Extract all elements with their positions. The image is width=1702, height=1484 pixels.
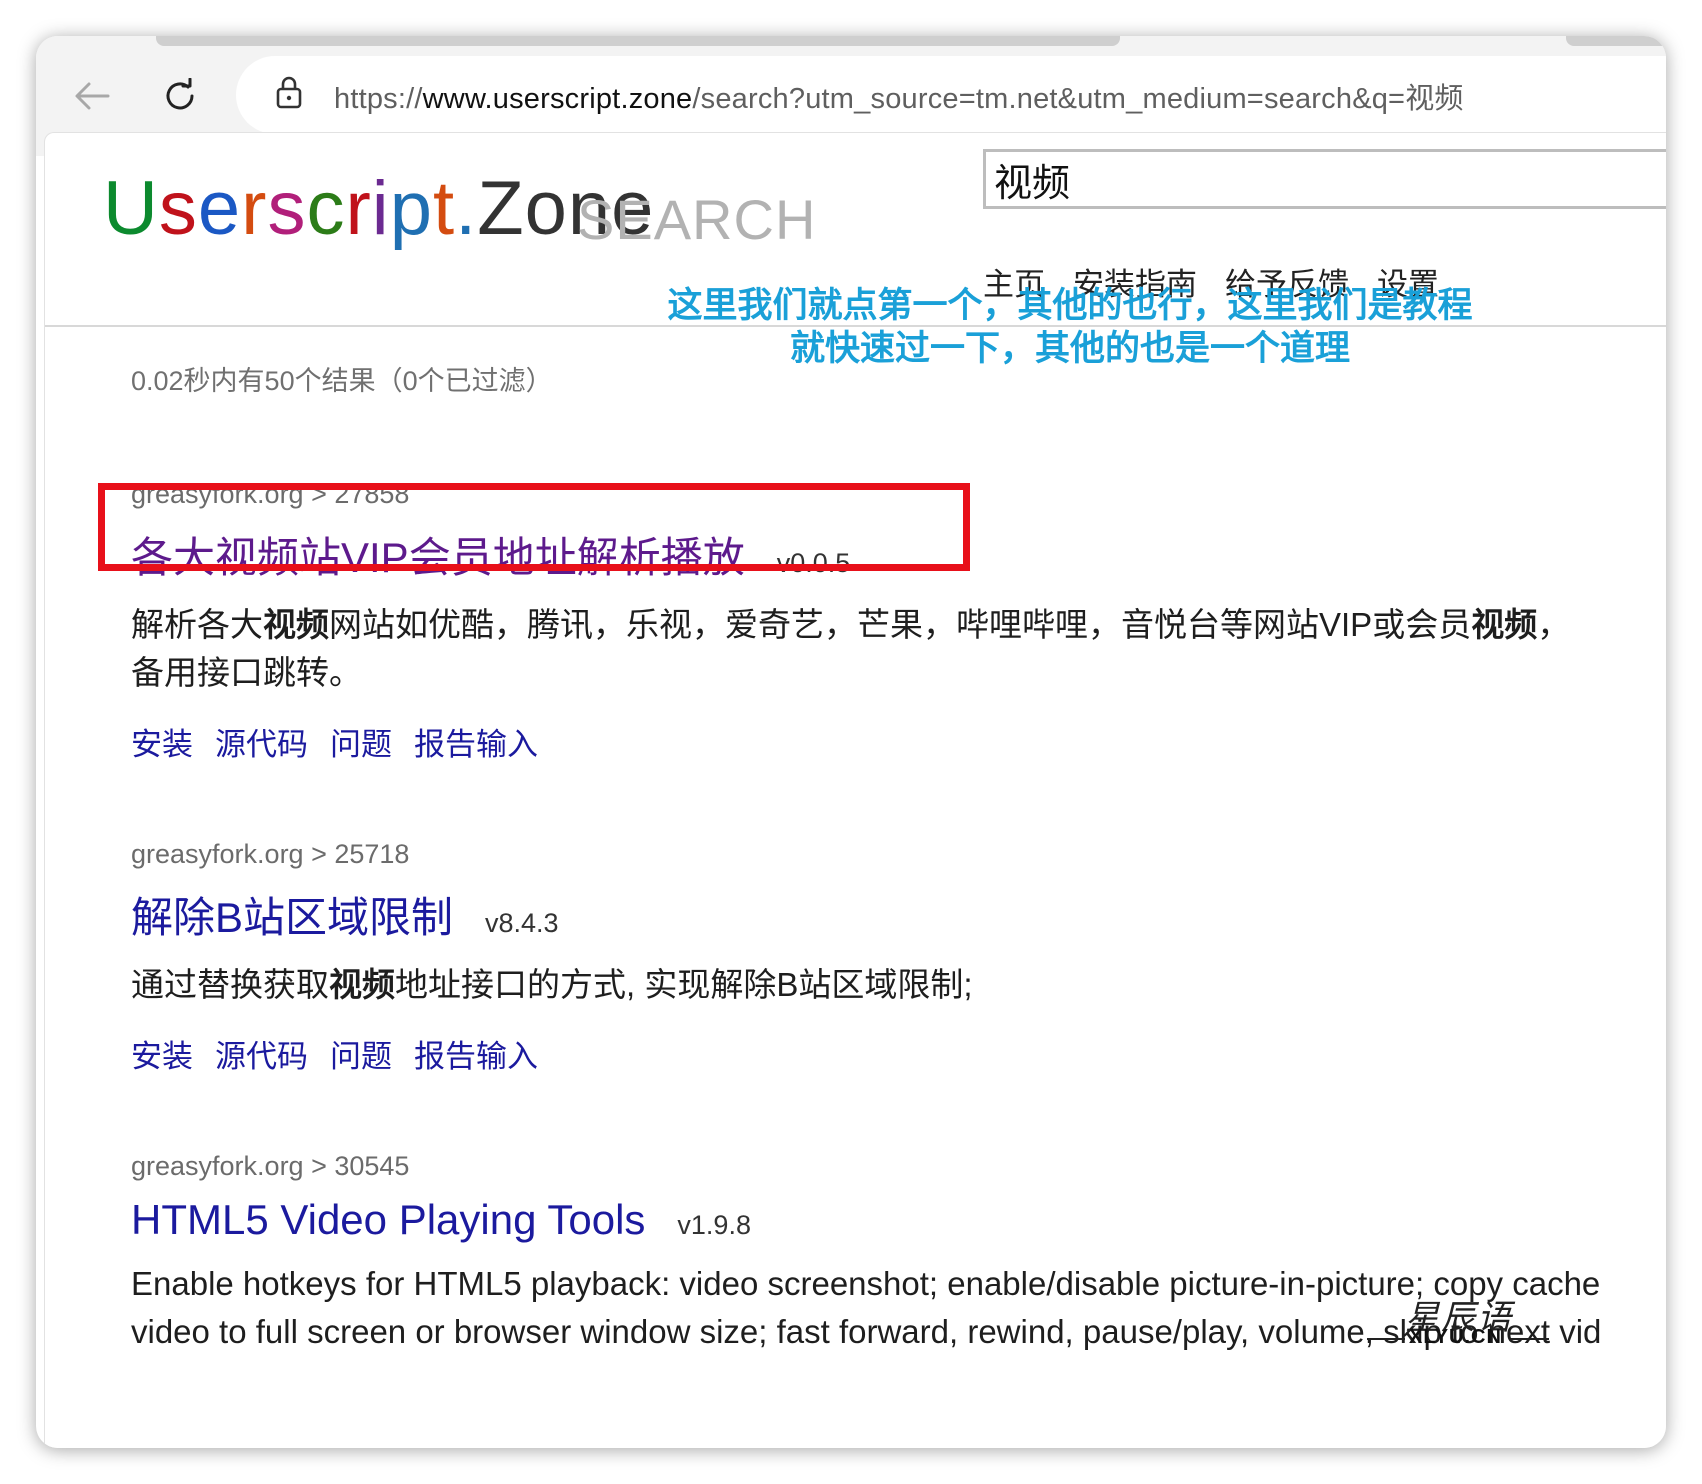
logo-letter: s bbox=[158, 166, 198, 251]
logo-subtitle: SEARCH bbox=[577, 188, 817, 251]
issues-link[interactable]: 问题 bbox=[330, 719, 392, 764]
logo-letter: r bbox=[241, 166, 268, 251]
desc-highlight: 视频 bbox=[329, 966, 395, 1003]
address-bar[interactable]: https://www.userscript.zone/search?utm_s… bbox=[236, 56, 1666, 134]
logo-letter: c bbox=[306, 166, 346, 251]
result-description: 解析各大视频网站如优酷，腾讯，乐视，爱奇艺，芒果，哔哩哔哩，音悦台等网站VIP或… bbox=[131, 601, 1666, 697]
tab-strip bbox=[36, 36, 1666, 48]
watermark: 星辰语 XLYU.CN bbox=[1365, 1290, 1551, 1350]
site-logo[interactable]: Userscript.Zone bbox=[103, 171, 654, 247]
logo-letter: p bbox=[389, 166, 433, 251]
logo-letter: t bbox=[432, 166, 456, 251]
tutorial-annotation: 这里我们就点第一个，其他的也行，这里我们是教程 就快速过一下，其他的也是一个道理 bbox=[630, 284, 1510, 370]
desc-text: 通过替换获取 bbox=[131, 966, 329, 1003]
desc-highlight: 视频 bbox=[263, 606, 329, 643]
result-title-link[interactable]: 解除B站区域限制 bbox=[131, 884, 453, 945]
logo-letter: i bbox=[371, 166, 390, 251]
install-link[interactable]: 安装 bbox=[131, 1031, 193, 1076]
browser-window: https://www.userscript.zone/search?utm_s… bbox=[36, 36, 1666, 1448]
reload-icon bbox=[166, 78, 194, 110]
report-link[interactable]: 报告输入 bbox=[414, 1031, 538, 1076]
desc-text: 解析各大 bbox=[131, 606, 263, 643]
result-version: v8.4.3 bbox=[485, 908, 559, 938]
logo-letter: . bbox=[455, 166, 478, 251]
annotation-line: 这里我们就点第一个，其他的也行，这里我们是教程 bbox=[667, 286, 1473, 325]
logo-letter: U bbox=[103, 166, 159, 251]
watermark-text: XLYU.CN bbox=[1409, 1326, 1502, 1348]
result-version: v1.9.8 bbox=[677, 1210, 751, 1240]
url-scheme: https:// bbox=[334, 83, 423, 115]
desc-text: 网站如优酷，腾讯，乐视，爱奇艺，芒果，哔哩哔哩，音悦台等网站VIP或会员 bbox=[329, 606, 1472, 643]
watermark-rule bbox=[1511, 1338, 1549, 1340]
source-code-link[interactable]: 源代码 bbox=[215, 719, 308, 764]
install-link[interactable]: 安装 bbox=[131, 719, 193, 764]
arrow-left-icon bbox=[75, 82, 110, 110]
search-result: greasyfork.org > 25718 解除B站区域限制 v8.4.3 通… bbox=[131, 839, 1666, 1076]
desc-text: 地址接口的方式, 实现解除B站区域限制; bbox=[395, 966, 973, 1003]
tab[interactable] bbox=[156, 36, 1120, 46]
logo-letter: r bbox=[345, 166, 372, 251]
result-stats: 0.02秒内有50个结果（0个已过滤） bbox=[131, 366, 553, 396]
lock-icon[interactable] bbox=[274, 74, 304, 110]
result-description: 通过替换获取视频地址接口的方式, 实现解除B站区域限制; bbox=[131, 961, 1666, 1009]
url-path: /search?utm_source=tm.net&utm_medium=sea… bbox=[692, 83, 1464, 115]
result-title-line: 解除B站区域限制 v8.4.3 bbox=[131, 884, 1666, 945]
reload-button[interactable] bbox=[158, 74, 202, 118]
highlight-box bbox=[98, 483, 970, 571]
back-button[interactable] bbox=[70, 74, 114, 118]
watermark-rule bbox=[1367, 1338, 1405, 1340]
logo-letter: s bbox=[267, 166, 307, 251]
desc-highlight: 视频 bbox=[1471, 606, 1538, 643]
logo-letter: e bbox=[197, 166, 242, 251]
source-code-link[interactable]: 源代码 bbox=[215, 1031, 308, 1076]
result-title-link[interactable]: HTML5 Video Playing Tools bbox=[131, 1196, 645, 1244]
result-source: greasyfork.org > 30545 bbox=[131, 1151, 410, 1181]
annotation-line: 就快速过一下，其他的也是一个道理 bbox=[789, 329, 1350, 368]
url-text[interactable]: https://www.userscript.zone/search?utm_s… bbox=[334, 75, 1464, 117]
issues-link[interactable]: 问题 bbox=[330, 1031, 392, 1076]
search-input[interactable] bbox=[983, 149, 1666, 209]
result-actions: 安装 源代码 问题 报告输入 bbox=[131, 1031, 1666, 1076]
url-host: www.userscript.zone bbox=[422, 83, 693, 115]
tab[interactable] bbox=[1566, 36, 1666, 46]
result-source: greasyfork.org > 25718 bbox=[131, 839, 410, 869]
result-actions: 安装 源代码 问题 报告输入 bbox=[131, 719, 1666, 764]
result-title-line: HTML5 Video Playing Tools v1.9.8 bbox=[131, 1196, 1666, 1244]
report-link[interactable]: 报告输入 bbox=[414, 719, 538, 764]
